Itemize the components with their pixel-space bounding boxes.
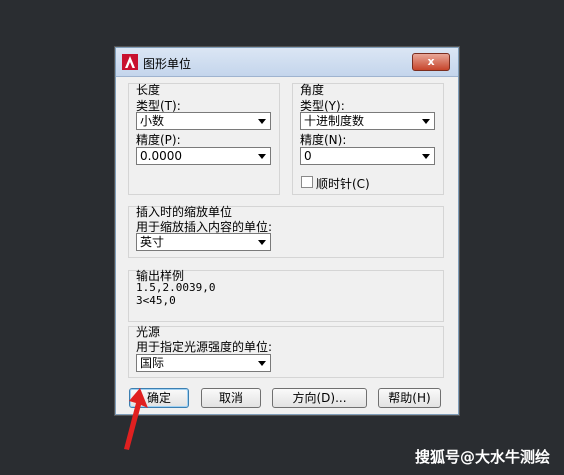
chevron-down-icon: [258, 154, 266, 159]
clockwise-label: 顺时针(C): [316, 177, 370, 191]
direction-button[interactable]: 方向(D)...: [272, 388, 367, 408]
length-precision-label: 精度(P):: [136, 133, 181, 147]
length-precision-value: 0.0000: [140, 149, 182, 163]
length-type-value: 小数: [140, 114, 165, 128]
help-button[interactable]: 帮助(H): [378, 388, 441, 408]
chevron-down-icon: [258, 119, 266, 124]
angle-type-select[interactable]: 十进制度数: [300, 112, 435, 130]
lighting-units-value: 国际: [140, 356, 165, 370]
angle-precision-value: 0: [304, 149, 312, 163]
insertion-units-select[interactable]: 英寸: [136, 233, 271, 251]
chevron-down-icon: [258, 361, 266, 366]
units-dialog: 图形单位 x 长度 类型(T): 小数 精度(P): 0.0000 角度 类型(…: [115, 47, 459, 415]
angle-group-title: 角度: [300, 83, 325, 97]
length-type-select[interactable]: 小数: [136, 112, 271, 130]
length-precision-select[interactable]: 0.0000: [136, 147, 271, 165]
angle-precision-select[interactable]: 0: [300, 147, 435, 165]
insertion-units-value: 英寸: [140, 235, 165, 249]
sample-output-line-1: 1.5,2.0039,0: [136, 281, 216, 294]
angle-precision-label: 精度(N):: [300, 133, 347, 147]
angle-type-value: 十进制度数: [304, 114, 365, 128]
chevron-down-icon: [422, 154, 430, 159]
autocad-app-icon: [122, 54, 138, 70]
watermark-text: 搜狐号@大水牛测绘: [414, 448, 550, 466]
chevron-down-icon: [258, 240, 266, 245]
clockwise-checkbox[interactable]: [301, 176, 313, 188]
title-bar[interactable]: 图形单位 x: [116, 48, 458, 77]
lighting-units-select[interactable]: 国际: [136, 354, 271, 372]
lighting-desc: 用于指定光源强度的单位:: [136, 340, 273, 354]
length-group-title: 长度: [136, 83, 161, 97]
chevron-down-icon: [422, 119, 430, 124]
close-button[interactable]: x: [412, 53, 450, 71]
dialog-title: 图形单位: [143, 57, 192, 71]
cancel-button[interactable]: 取消: [201, 388, 261, 408]
pointer-arrow-icon: [124, 388, 148, 450]
sample-output-line-2: 3<45,0: [136, 294, 176, 307]
